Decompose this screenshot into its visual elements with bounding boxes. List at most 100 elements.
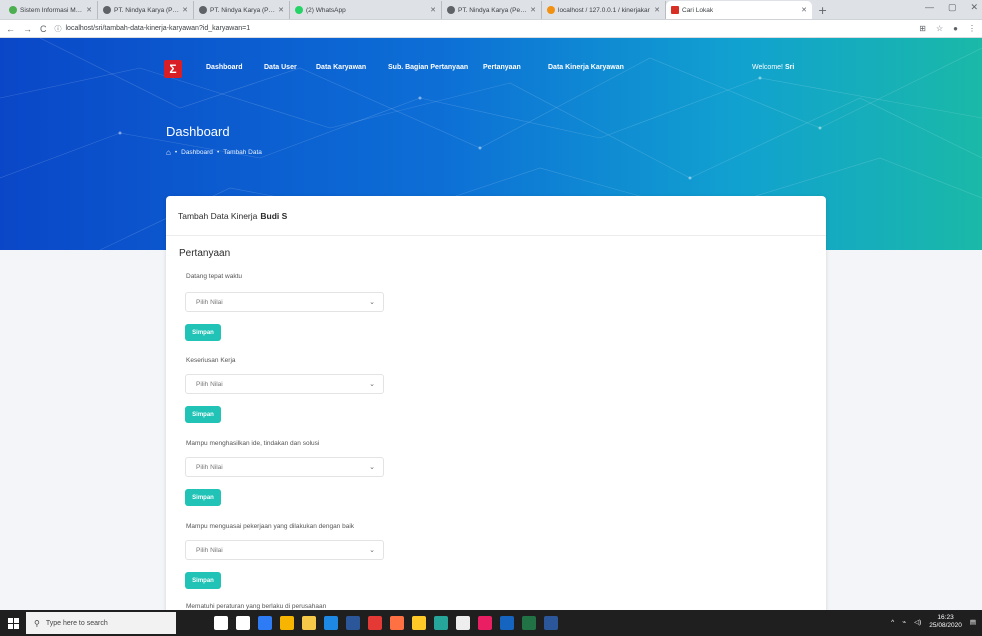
taskbar-app-icon[interactable]: [544, 616, 558, 630]
chevron-down-icon: ⌄: [369, 547, 375, 554]
save-button[interactable]: Simpan: [185, 406, 221, 423]
save-button[interactable]: Simpan: [185, 489, 221, 506]
taskbar-app-icon[interactable]: [522, 616, 536, 630]
browser-tab-strip: Sistem Informasi Manajemen✕ PT. Nindya K…: [0, 0, 982, 20]
url-field[interactable]: ⓘ localhost/sri/tambah-data-kinerja-kary…: [55, 24, 912, 34]
question-label: Mematuhi peraturan yang berlaku di perus…: [186, 603, 327, 610]
search-icon: ⚲: [34, 618, 40, 628]
web-page: Σ Dashboard Data User Data Karyawan Sub.…: [0, 38, 982, 610]
taskbar-app-icons: [214, 616, 558, 630]
breadcrumb-separator: •: [174, 149, 178, 156]
taskbar-search-field[interactable]: ⚲ Type here to search: [26, 612, 176, 634]
taskbar-app-icon[interactable]: [346, 616, 360, 630]
taskbar-app-icon[interactable]: [214, 616, 228, 630]
browser-tab[interactable]: PT. Nindya Karya (Persero) | SI✕: [98, 1, 194, 19]
select-value: Pilih Nilai: [196, 380, 223, 388]
browser-tab[interactable]: PT. Nindya Karya (Persero) | SI✕: [194, 1, 290, 19]
browser-tab[interactable]: (2) WhatsApp ✕: [290, 1, 442, 19]
page-title: Dashboard: [166, 124, 230, 139]
network-icon[interactable]: ⌁: [902, 618, 906, 626]
score-select[interactable]: Pilih Nilai ⌄: [185, 374, 384, 394]
nav-item-sub-bagian-pertanyaan[interactable]: Sub. Bagian Pertanyaan: [388, 64, 468, 71]
home-icon[interactable]: ⌂: [166, 148, 171, 157]
chevron-down-icon: ⌄: [369, 299, 375, 306]
breadcrumb-item-dashboard[interactable]: Dashboard: [181, 149, 213, 156]
nav-item-data-kinerja-karyawan[interactable]: Data Kinerja Karyawan: [548, 64, 624, 71]
form-card: Tambah Data Kinerja Budi S Pertanyaan Da…: [166, 196, 826, 610]
taskbar-app-icon[interactable]: [368, 616, 382, 630]
logo-letter: Σ: [169, 62, 177, 76]
taskbar-app-icon[interactable]: [302, 616, 316, 630]
clock-date: 25/08/2020: [929, 622, 962, 629]
welcome-message: Welcome! Sri: [752, 64, 794, 71]
profile-icon[interactable]: ●: [953, 24, 958, 33]
maximize-icon[interactable]: ▢: [948, 2, 957, 13]
taskbar-app-icon[interactable]: [456, 616, 470, 630]
taskbar-app-icon[interactable]: [412, 616, 426, 630]
close-icon[interactable]: ✕: [430, 6, 436, 14]
translate-icon[interactable]: ⊞: [919, 24, 926, 33]
question-label: Mampu menghasilkan ide, tindakan dan sol…: [186, 440, 320, 447]
nav-item-pertanyaan[interactable]: Pertanyaan: [483, 64, 521, 71]
tab-title: PT. Nindya Karya (Persero) | SI: [210, 6, 275, 14]
bookmark-star-icon[interactable]: ☆: [936, 24, 943, 33]
favicon-icon: [9, 6, 17, 14]
windows-start-icon[interactable]: [0, 610, 26, 636]
chevron-down-icon: ⌄: [369, 464, 375, 471]
taskbar-app-icon[interactable]: [324, 616, 338, 630]
close-icon[interactable]: ✕: [182, 6, 188, 14]
question-label: Mampu menguasai pekerjaan yang dilakukan…: [186, 523, 355, 530]
clock[interactable]: 16:23 25/08/2020: [929, 614, 962, 630]
welcome-user: Sri: [784, 64, 795, 71]
taskbar-app-icon[interactable]: [390, 616, 404, 630]
select-value: Pilih Nilai: [196, 463, 223, 471]
back-icon[interactable]: ←: [6, 24, 15, 34]
browser-tab[interactable]: PT. Nindya Karya (Persero) | SI✕: [442, 1, 542, 19]
search-placeholder: Type here to search: [45, 619, 108, 627]
close-icon[interactable]: ✕: [801, 6, 807, 14]
close-icon[interactable]: ✕: [86, 6, 92, 14]
save-button[interactable]: Simpan: [185, 324, 221, 341]
close-icon[interactable]: ✕: [654, 6, 660, 14]
minimize-icon[interactable]: —: [925, 2, 934, 13]
browser-tab[interactable]: localhost / 127.0.0.1 / kinerjakar ✕: [542, 1, 666, 19]
nav-item-data-user[interactable]: Data User: [264, 64, 297, 71]
whatsapp-icon: [295, 6, 303, 14]
menu-dots-icon[interactable]: ⋮: [968, 24, 976, 33]
close-icon[interactable]: ✕: [530, 6, 536, 14]
taskbar-app-icon[interactable]: [478, 616, 492, 630]
new-tab-button[interactable]: +: [812, 1, 833, 19]
breadcrumb-separator: •: [216, 149, 220, 156]
save-button[interactable]: Simpan: [185, 572, 221, 589]
taskbar-app-icon[interactable]: [236, 616, 250, 630]
browser-tab[interactable]: Sistem Informasi Manajemen✕: [4, 1, 98, 19]
breadcrumb-item-current: Tambah Data: [223, 149, 262, 156]
globe-icon: [103, 6, 111, 14]
taskbar-app-icon[interactable]: [258, 616, 272, 630]
nav-item-dashboard[interactable]: Dashboard: [206, 64, 243, 71]
company-logo[interactable]: Σ: [164, 60, 182, 78]
close-icon[interactable]: ✕: [278, 6, 284, 14]
score-select[interactable]: Pilih Nilai ⌄: [185, 457, 384, 477]
tray-chevron-icon[interactable]: ^: [891, 619, 894, 626]
card-title-prefix: Tambah Data Kinerja: [178, 210, 258, 221]
score-select[interactable]: Pilih Nilai ⌄: [185, 292, 384, 312]
taskbar-app-icon[interactable]: [500, 616, 514, 630]
browser-tab[interactable]: Cari Lokak ✕: [666, 1, 812, 19]
select-value: Pilih Nilai: [196, 298, 223, 306]
section-title: Pertanyaan: [179, 248, 231, 259]
forward-icon[interactable]: →: [23, 24, 32, 34]
notification-icon[interactable]: ▤: [970, 618, 976, 626]
phpmyadmin-icon: [547, 6, 555, 14]
tab-title: PT. Nindya Karya (Persero) | SI: [458, 6, 527, 14]
taskbar-app-icon[interactable]: [280, 616, 294, 630]
score-select[interactable]: Pilih Nilai ⌄: [185, 540, 384, 560]
favicon-icon: [671, 6, 679, 14]
address-bar: ← → C ⓘ localhost/sri/tambah-data-kinerj…: [0, 20, 982, 38]
volume-icon[interactable]: ◁): [914, 618, 921, 626]
taskbar-app-icon[interactable]: [434, 616, 448, 630]
info-icon: ⓘ: [54, 25, 62, 33]
close-window-icon[interactable]: ✕: [970, 2, 978, 13]
nav-item-data-karyawan[interactable]: Data Karyawan: [316, 64, 366, 71]
reload-icon[interactable]: C: [40, 24, 47, 34]
